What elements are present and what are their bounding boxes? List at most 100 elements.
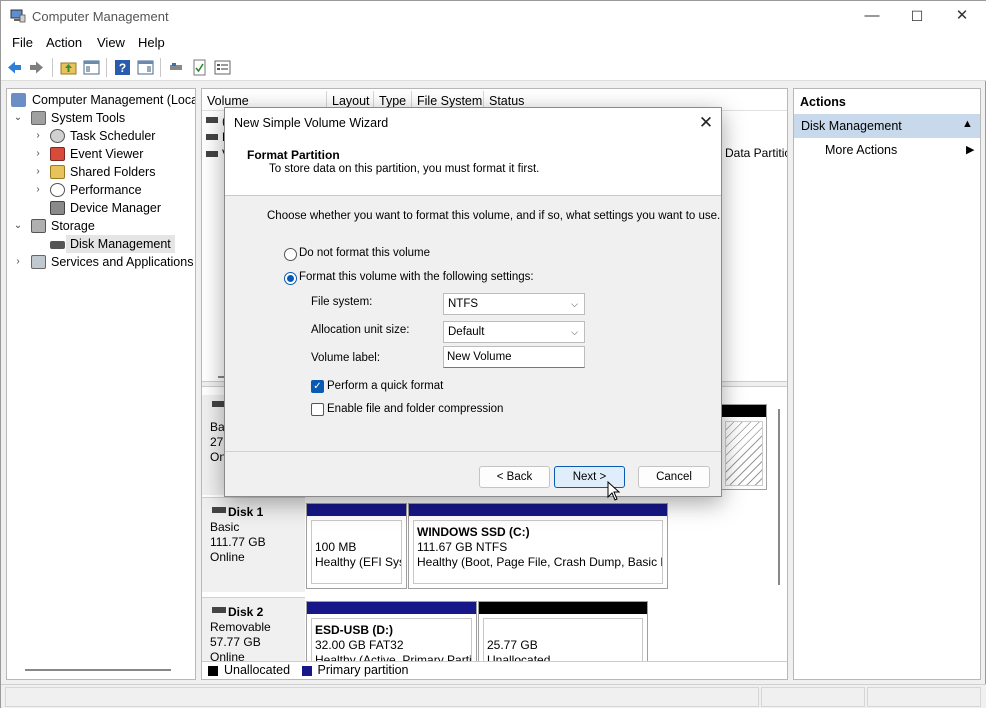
partition-details: 100 MB Healthy (EFI Syst [311,520,402,584]
radio-label[interactable]: Do not format this volume [299,247,430,259]
partition-status: Healthy (Boot, Page File, Crash Dump, Ba… [417,555,663,569]
chevron-right-icon[interactable]: › [33,127,43,145]
dialog-title-bar[interactable]: New Simple Volume Wizard ✕ [225,108,721,138]
allocation-unit-label: Allocation unit size: [311,324,410,336]
minimize-button[interactable]: — [849,1,895,32]
chevron-right-icon[interactable]: › [33,145,43,163]
partition-efi[interactable]: 100 MB Healthy (EFI Syst [306,503,407,589]
chevron-right-icon[interactable]: › [33,163,43,181]
toolbar-separator [160,58,161,77]
tree-item-storage[interactable]: ⌄ Storage [7,217,195,235]
radio-format-volume[interactable] [284,272,297,285]
checklist-icon[interactable] [191,59,208,76]
partition-windows-ssd[interactable]: WINDOWS SSD (C:) 111.67 GB NTFS Healthy … [408,503,668,589]
partition-title [487,623,639,638]
maximize-button[interactable]: ☐ [894,1,940,32]
tree-item-task-scheduler[interactable]: › Task Scheduler [7,127,195,145]
dialog-close-button[interactable]: ✕ [695,112,717,134]
close-icon: ✕ [698,113,714,132]
mouse-cursor-icon [607,481,621,501]
chevron-right-icon[interactable]: › [13,253,23,271]
storage-icon [31,219,46,233]
up-folder-icon[interactable] [60,59,77,76]
hatched-selection [725,421,763,486]
checkmark-icon: ✓ [313,381,322,392]
volume-label-label: Volume label: [311,352,381,364]
partition-details: WINDOWS SSD (C:) 111.67 GB NTFS Healthy … [413,520,663,584]
file-system-label: File system: [311,296,373,308]
back-arrow-icon[interactable] [6,59,23,76]
clock-icon [50,129,65,143]
disk-name: Disk 2 [228,605,264,619]
action-more-actions[interactable]: More Actions ▶ [794,141,980,161]
back-button[interactable]: < Back [479,466,550,488]
help-icon[interactable]: ? [114,59,131,76]
tree-item-performance[interactable]: › Performance [7,181,195,199]
compression-checkbox[interactable] [311,403,324,416]
disk-status: Online [210,550,245,564]
connect-icon[interactable] [168,59,185,76]
checkbox-label[interactable]: Perform a quick format [327,380,443,392]
chevron-down-icon[interactable]: ⌄ [13,109,23,127]
toolbar: ? [1,54,986,81]
computer-management-icon [11,93,26,107]
title-bar[interactable]: Computer Management — ☐ ✕ [1,1,986,32]
legend-swatch-unallocated [208,665,218,676]
disk-1-info[interactable]: Disk 1 Basic 111.77 GB Online [202,497,305,592]
partition-bar [409,504,667,516]
forward-arrow-icon[interactable] [28,59,45,76]
collapse-up-icon[interactable]: ▲ [962,118,973,130]
tree-item-system-tools[interactable]: ⌄ System Tools [7,109,195,127]
menu-help[interactable]: Help [138,35,165,50]
horizontal-scrollbar[interactable] [25,669,171,671]
volume-icon [206,151,218,157]
menu-file[interactable]: File [12,35,33,50]
tree-item-event-viewer[interactable]: › Event Viewer [7,145,195,163]
properties-icon[interactable] [214,59,231,76]
menu-view[interactable]: View [97,35,125,50]
disk-size: 57.77 GB [210,635,261,649]
select-value: NTFS [448,298,479,310]
event-viewer-icon [50,147,65,161]
menu-action[interactable]: Action [46,35,82,50]
disk-type: Basic [210,520,240,534]
tree-item-device-manager[interactable]: Device Manager [7,199,195,217]
disk-1-labels: Disk 1 Basic 111.77 GB Online [210,505,266,565]
wizard-page-title: Format Partition [247,148,340,162]
cancel-button[interactable]: Cancel [638,466,710,488]
legend-label: Primary partition [317,663,409,677]
chevron-right-icon[interactable]: › [33,181,43,199]
tree-item-services[interactable]: › Services and Applications [7,253,195,271]
radio-label[interactable]: Format this volume with the following se… [299,271,534,283]
wizard-instruction: Choose whether you want to format this v… [267,210,721,222]
checkbox-label[interactable]: Enable file and folder compression [327,403,503,415]
partition-unallocated[interactable]: 25.77 GB Unallocated [478,601,648,663]
actions-section-disk-management[interactable]: Disk Management ▲ [794,114,980,138]
console-tree[interactable]: Computer Management (Local ⌄ System Tool… [6,88,196,680]
file-system-select[interactable]: NTFS ⌵ [443,293,585,315]
menu-bar: File Action View Help [1,32,986,54]
partition-unallocated[interactable] [721,404,767,490]
radio-do-not-format[interactable] [284,248,297,261]
close-window-button[interactable]: ✕ [939,1,985,32]
chevron-down-icon[interactable]: ⌄ [13,217,23,235]
partition-esd-usb[interactable]: ESD-USB (D:) 32.00 GB FAT32 Healthy (Act… [306,601,477,663]
tree-item-shared-folders[interactable]: › Shared Folders [7,163,195,181]
status-cell [5,687,759,707]
window-title: Computer Management [32,9,169,24]
select-value: Default [448,326,485,338]
volume-label-input[interactable]: New Volume [443,346,585,368]
services-icon [31,255,46,269]
tree-item-disk-management[interactable]: Disk Management [7,235,195,253]
show-hide-action-pane-icon[interactable] [137,59,154,76]
partition-details: ESD-USB (D:) 32.00 GB FAT32 Healthy (Act… [311,618,472,662]
show-hide-console-tree-icon[interactable] [83,59,100,76]
tree-item-label: Device Manager [70,201,162,215]
legend: Unallocated Primary partition [202,661,787,679]
divider [225,451,721,452]
vertical-scrollbar[interactable] [778,409,780,585]
allocation-unit-select[interactable]: Default ⌵ [443,321,585,343]
quick-format-checkbox[interactable]: ✓ [311,380,324,393]
disk-2-info[interactable]: Disk 2 Removable 57.77 GB Online [202,597,305,664]
legend-swatch-primary [301,665,312,676]
